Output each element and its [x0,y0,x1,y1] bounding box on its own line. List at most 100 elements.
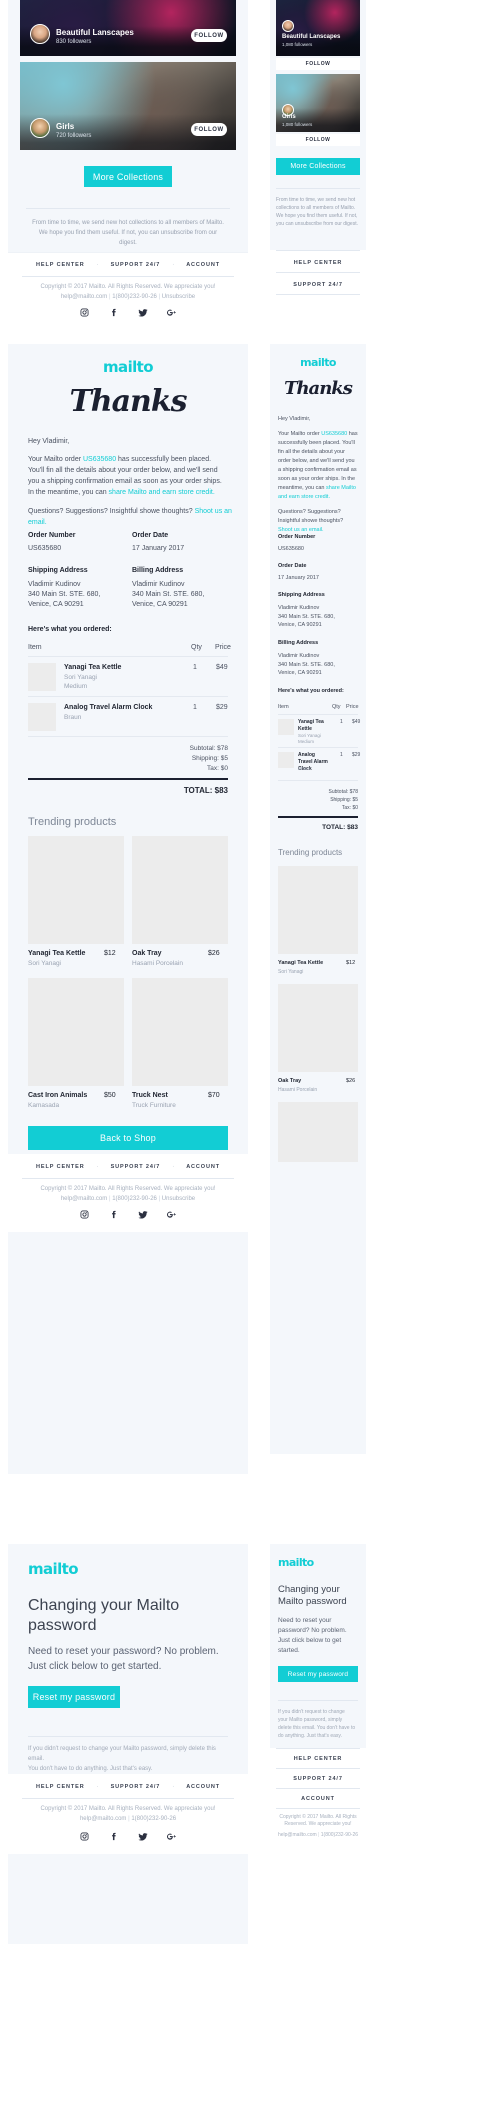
collection-card-landscapes-mobile[interactable]: Beautiful Lanscapes 1,080 followers [276,0,360,56]
shoot-email-link-mobile[interactable]: Shoot us an email. [278,527,324,533]
shipping-address-label: Shipping Address [28,567,88,574]
address-name: Vladimir Kudinov [278,653,320,659]
facebook-icon[interactable] [107,306,120,319]
reset-body-line2: Just click below to get started. [28,1661,162,1672]
contact-line: help@mailto.com | 1(800)232-90-26 [18,1814,238,1824]
footer-link-help-center-mobile[interactable]: HELP CENTER [270,1756,366,1762]
subtotal-value: $78 [349,789,358,795]
shipping-value: $5 [352,797,358,803]
footer-3: HELP CENTER · SUPPORT 24/7 · ACCOUNT Cop… [8,1774,248,1854]
footer-link-support[interactable]: SUPPORT 24/7 [111,1164,161,1170]
subtotal-value: $78 [217,745,228,752]
footer-link-support-mobile[interactable]: SUPPORT 24/7 [270,282,366,288]
brand-logo: mailto [28,1560,79,1578]
trending-image-2-mobile[interactable] [278,1102,358,1162]
order-number-link-mobile[interactable]: US635680 [321,431,347,437]
footer-email[interactable]: help@mailto.com [80,1816,126,1822]
copyright-text: Copyright © 2017 Mailto. All Rights Rese… [40,1806,216,1812]
copyright-line: Copyright © 2017 Mailto. All Rights Rese… [18,1184,238,1194]
trending-image-2[interactable] [28,978,124,1086]
google-plus-icon[interactable] [165,1830,178,1843]
copyright-mobile-line2: Reserved. We appreciate you! [284,1821,352,1827]
footer-link-help-center[interactable]: HELP CENTER [36,1784,85,1790]
footer-link-account[interactable]: ACCOUNT [186,262,220,268]
collection-card-landscapes[interactable]: Beautiful Lanscapes 830 followers FOLLOW [20,0,236,56]
share-link[interactable]: share Mailto and earn store credit. [109,489,215,496]
collection-card-girls-mobile[interactable]: Girls 1,080 followers [276,74,360,132]
footer-email[interactable]: help@mailto.com [61,294,107,300]
footer-email[interactable]: help@mailto.com [61,1196,107,1202]
twitter-icon[interactable] [136,306,149,319]
reset-note-line1: If you didn't request to change your Mai… [28,1746,216,1762]
follow-button[interactable]: FOLLOW [191,29,227,42]
footer-link-account[interactable]: ACCOUNT [186,1164,220,1170]
reset-password-button-mobile[interactable]: Reset my password [278,1666,358,1682]
shipping-value: $5 [220,755,228,762]
instagram-icon[interactable] [78,1208,91,1221]
contact-line: help@mailto.com | 1(800)232-90-26 | Unsu… [18,1194,238,1204]
pipe: | [108,1196,111,1202]
brand-logo-mobile: mailto [278,1556,314,1569]
follow-button-mobile[interactable]: FOLLOW [276,134,360,146]
follow-button[interactable]: FOLLOW [191,123,227,136]
product-thumbnail [278,719,294,735]
pipe: | [158,294,161,300]
reset-body-mobile-line4: started. [278,1647,300,1654]
footer-link-support[interactable]: SUPPORT 24/7 [111,262,161,268]
collection-followers: 1,080 followers [282,122,313,127]
more-collections-button-mobile[interactable]: More Collections [276,158,360,175]
twitter-icon[interactable] [136,1830,149,1843]
order-item-qty: 1 [193,704,197,711]
trending-brand-1: Hasami Porcelain [132,960,183,967]
shipping-label: Shipping: [191,755,219,762]
footer-link-help-center-mobile[interactable]: HELP CENTER [270,260,366,266]
trending-title: Trending products [28,816,117,828]
trending-price-1-mobile: $26 [346,1078,356,1084]
order-body: Your Mailto order US635680 has successfu… [28,454,228,498]
more-collections-button[interactable]: More Collections [84,166,172,187]
facebook-icon[interactable] [107,1208,120,1221]
social-row [78,1208,178,1221]
reset-password-button[interactable]: Reset my password [28,1686,120,1708]
footer-separator: · [172,1784,175,1790]
trending-image-1[interactable] [132,836,228,944]
collection-card-girls[interactable]: Girls 720 followers FOLLOW [20,62,236,150]
trending-brand-0-mobile: Sori Yanagi [278,969,304,975]
contact-line: help@mailto.com | 1(800)232-90-26 | Unsu… [18,292,238,302]
trending-image-0-mobile[interactable] [278,866,358,954]
trending-image-3[interactable] [132,978,228,1086]
twitter-icon[interactable] [136,1208,149,1221]
order-number-link[interactable]: US635680 [83,456,116,463]
footer-link-help-center[interactable]: HELP CENTER [36,1164,85,1170]
trending-title-mobile: Trending products [278,848,343,857]
instagram-icon[interactable] [78,306,91,319]
footer-phone[interactable]: 1(800)232-90-26 [112,294,157,300]
footer-unsubscribe[interactable]: Unsubscribe [162,294,195,300]
back-to-shop-button[interactable]: Back to Shop [28,1126,228,1150]
footer-phone-mobile[interactable]: 1(800)232-90-26 [321,1832,358,1838]
pipe: | [108,294,111,300]
footer-email-mobile[interactable]: help@mailto.com [278,1832,317,1838]
reset-body-mobile-line1: Need to reset your [278,1617,332,1624]
footer-phone[interactable]: 1(800)232-90-26 [112,1196,157,1202]
address-name: Vladimir Kudinov [132,581,185,588]
footer-link-support[interactable]: SUPPORT 24/7 [111,1784,161,1790]
google-plus-icon[interactable] [165,1208,178,1221]
footer-unsubscribe[interactable]: Unsubscribe [162,1196,195,1202]
footer-link-support-mobile[interactable]: SUPPORT 24/7 [270,1776,366,1782]
order-item-name: Analog Travel Alarm Clock [64,704,153,711]
trending-price-3: $70 [208,1092,220,1099]
facebook-icon[interactable] [107,1830,120,1843]
footer-link-account[interactable]: ACCOUNT [186,1784,220,1790]
trending-price-1: $26 [208,950,220,957]
footer-link-help-center[interactable]: HELP CENTER [36,262,85,268]
table-header-item-mobile: Item [278,704,289,710]
footer-link-account-mobile[interactable]: ACCOUNT [270,1796,366,1802]
address-line1: 340 Main St. STE. 680, [132,591,205,598]
google-plus-icon[interactable] [165,306,178,319]
follow-button-mobile[interactable]: FOLLOW [276,58,360,70]
trending-image-1-mobile[interactable] [278,984,358,1072]
instagram-icon[interactable] [78,1830,91,1843]
trending-image-0[interactable] [28,836,124,944]
footer-phone[interactable]: 1(800)232-90-26 [131,1816,176,1822]
